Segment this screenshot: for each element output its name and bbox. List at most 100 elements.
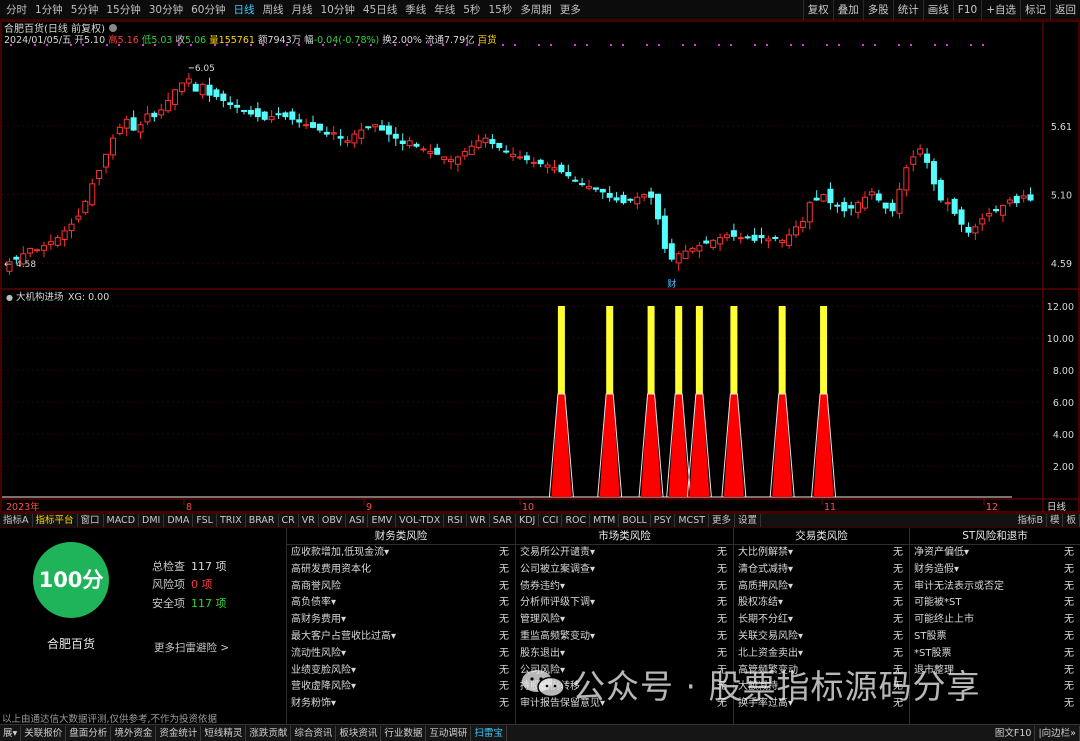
- status-bar-right-button[interactable]: 图文F10: [992, 725, 1036, 741]
- risk-item-row[interactable]: 业绩变脸风险▾ 无: [287, 663, 515, 680]
- timeframe-tab[interactable]: 多周期: [516, 0, 556, 20]
- indicator-tab[interactable]: MTM: [590, 514, 620, 527]
- timeframe-tab[interactable]: 日线: [230, 0, 259, 20]
- timeframe-tab[interactable]: 15秒: [484, 0, 516, 20]
- indicator-tab[interactable]: CCI: [539, 514, 563, 527]
- toolbar-button[interactable]: 复权: [802, 0, 833, 20]
- timeframe-tab[interactable]: 5秒: [459, 0, 484, 20]
- indicator-right-tab[interactable]: 指标B: [1014, 514, 1047, 527]
- indicator-tab[interactable]: 指标A: [0, 514, 33, 527]
- indicator-tab[interactable]: WR: [467, 514, 490, 527]
- timeframe-tab[interactable]: 分时: [2, 0, 31, 20]
- kline-chart[interactable]: 5.615.104.596.05← 4.58财● 大机构进场 XG: 0.0012.0…: [0, 20, 1080, 513]
- risk-item-row[interactable]: 关联交易风险▾ 无: [734, 629, 909, 646]
- risk-item-row[interactable]: 财务造假▾ 无: [910, 562, 1080, 579]
- timeframe-tab[interactable]: 10分钟: [317, 0, 359, 20]
- indicator-tab[interactable]: OBV: [319, 514, 347, 527]
- status-bar-tab[interactable]: 关联报价: [21, 725, 67, 741]
- toolbar-button[interactable]: 返回: [1050, 0, 1080, 20]
- timeframe-tab[interactable]: 45日线: [359, 0, 401, 20]
- indicator-tab[interactable]: EMV: [368, 514, 397, 527]
- toolbar-button[interactable]: 画线: [922, 0, 953, 20]
- timeframe-tab[interactable]: 60分钟: [187, 0, 229, 20]
- risk-item-row[interactable]: 可能终止上市 无: [910, 612, 1080, 629]
- indicator-tab[interactable]: MCST: [675, 514, 710, 527]
- risk-item-row[interactable]: 高研发费用资本化 无: [287, 562, 515, 579]
- indicator-tab[interactable]: 窗口: [78, 514, 104, 527]
- status-bar-tab[interactable]: 资金统计: [156, 725, 202, 741]
- indicator-tab[interactable]: 指标平台: [33, 514, 78, 527]
- status-bar-right-button[interactable]: |向边栏»: [1035, 725, 1080, 741]
- indicator-tab[interactable]: CR: [279, 514, 299, 527]
- timeframe-tab[interactable]: 30分钟: [145, 0, 187, 20]
- indicator-tab[interactable]: 设置: [735, 514, 762, 527]
- indicator-tab[interactable]: DMA: [164, 514, 194, 527]
- risk-item-row[interactable]: 流动性风险▾ 无: [287, 646, 515, 663]
- risk-item-row[interactable]: 高负债率▾ 无: [287, 595, 515, 612]
- status-bar-tab[interactable]: 扫雷宝: [471, 725, 507, 741]
- risk-item-row[interactable]: 营收虚降风险▾ 无: [287, 679, 515, 696]
- indicator-tab[interactable]: TRIX: [217, 514, 246, 527]
- indicator-tab[interactable]: BOLL: [619, 514, 651, 527]
- timeframe-tab[interactable]: 季线: [401, 0, 430, 20]
- status-bar-tab[interactable]: 涨跌贡献: [246, 725, 292, 741]
- risk-item-row[interactable]: 大比例解禁▾ 无: [734, 545, 909, 562]
- status-bar-tab[interactable]: 展▾: [0, 725, 22, 741]
- toolbar-button[interactable]: 标记: [1020, 0, 1050, 20]
- indicator-tab[interactable]: 更多: [709, 514, 736, 527]
- status-bar-tab[interactable]: 板块资讯: [336, 725, 382, 741]
- risk-item-row[interactable]: ST股票 无: [910, 629, 1080, 646]
- risk-item-row[interactable]: 高商誉风险 无: [287, 579, 515, 596]
- timeframe-tab[interactable]: 年线: [430, 0, 459, 20]
- more-scan-link[interactable]: 更多扫雷避险 >: [154, 640, 229, 655]
- indicator-tab[interactable]: DMI: [139, 514, 165, 527]
- indicator-tab[interactable]: PSY: [651, 514, 676, 527]
- timeframe-tab[interactable]: 月线: [288, 0, 317, 20]
- toolbar-button[interactable]: +自选: [981, 0, 1020, 20]
- indicator-tab[interactable]: BRAR: [246, 514, 279, 527]
- indicator-tab[interactable]: ROC: [562, 514, 591, 527]
- indicator-tab[interactable]: RSI: [444, 514, 467, 527]
- risk-item-row[interactable]: 最大客户占营收比过高▾ 无: [287, 629, 515, 646]
- timeframe-tab[interactable]: 1分钟: [31, 0, 67, 20]
- risk-item-row[interactable]: 分析师评级下调▾ 无: [516, 595, 733, 612]
- timeframe-tab[interactable]: 周线: [259, 0, 288, 20]
- risk-item-row[interactable]: 可能被*ST 无: [910, 595, 1080, 612]
- timeframe-tab[interactable]: 更多: [556, 0, 585, 20]
- sector-badge[interactable]: 百货: [478, 32, 497, 46]
- indicator-tab[interactable]: FSL: [193, 514, 217, 527]
- risk-item-row[interactable]: 长期不分红▾ 无: [734, 612, 909, 629]
- risk-item-row[interactable]: 债券违约▾ 无: [516, 579, 733, 596]
- indicator-tab[interactable]: VOL-TDX: [396, 514, 445, 527]
- risk-item-row[interactable]: 高质押风险▾ 无: [734, 579, 909, 596]
- risk-item-row[interactable]: 公司被立案调查▾ 无: [516, 562, 733, 579]
- settings-gear-icon[interactable]: [108, 23, 117, 32]
- toolbar-button[interactable]: F10: [952, 0, 981, 20]
- status-bar-tab[interactable]: 综合资讯: [291, 725, 337, 741]
- risk-item-row[interactable]: 交易所公开谴责▾ 无: [516, 545, 733, 562]
- risk-item-row[interactable]: 应收款增加,低现金流▾ 无: [287, 545, 515, 562]
- indicator-tab[interactable]: MACD: [104, 514, 140, 527]
- status-bar-tab[interactable]: 短线精灵: [201, 725, 247, 741]
- timeframe-tab[interactable]: 15分钟: [102, 0, 144, 20]
- indicator-tab[interactable]: ASI: [346, 514, 369, 527]
- indicator-right-tab[interactable]: 模: [1047, 514, 1064, 527]
- risk-item-row[interactable]: 重监高频繁变动▾ 无: [516, 629, 733, 646]
- indicator-tab[interactable]: VR: [299, 514, 319, 527]
- timeframe-tab[interactable]: 5分钟: [67, 0, 103, 20]
- risk-item-row[interactable]: 财务粉饰▾ 无: [287, 696, 515, 713]
- risk-item-row[interactable]: 审计无法表示或否定 无: [910, 579, 1080, 596]
- status-bar-tab[interactable]: 行业数据: [381, 725, 427, 741]
- indicator-tab[interactable]: KDJ: [516, 514, 540, 527]
- indicator-right-tab[interactable]: 板: [1063, 514, 1080, 527]
- risk-item-row[interactable]: 股权冻结▾ 无: [734, 595, 909, 612]
- toolbar-button[interactable]: 多股: [862, 0, 893, 20]
- toolbar-button[interactable]: 统计: [892, 0, 923, 20]
- indicator-tab[interactable]: SAR: [490, 514, 517, 527]
- risk-item-row[interactable]: 管理风险▾ 无: [516, 612, 733, 629]
- risk-item-row[interactable]: 清仓式减持▾ 无: [734, 562, 909, 579]
- risk-item-row[interactable]: 高财务费用▾ 无: [287, 612, 515, 629]
- status-bar-tab[interactable]: 境外资金: [111, 725, 157, 741]
- status-bar-tab[interactable]: 盘面分析: [66, 725, 112, 741]
- toolbar-button[interactable]: 叠加: [832, 0, 863, 20]
